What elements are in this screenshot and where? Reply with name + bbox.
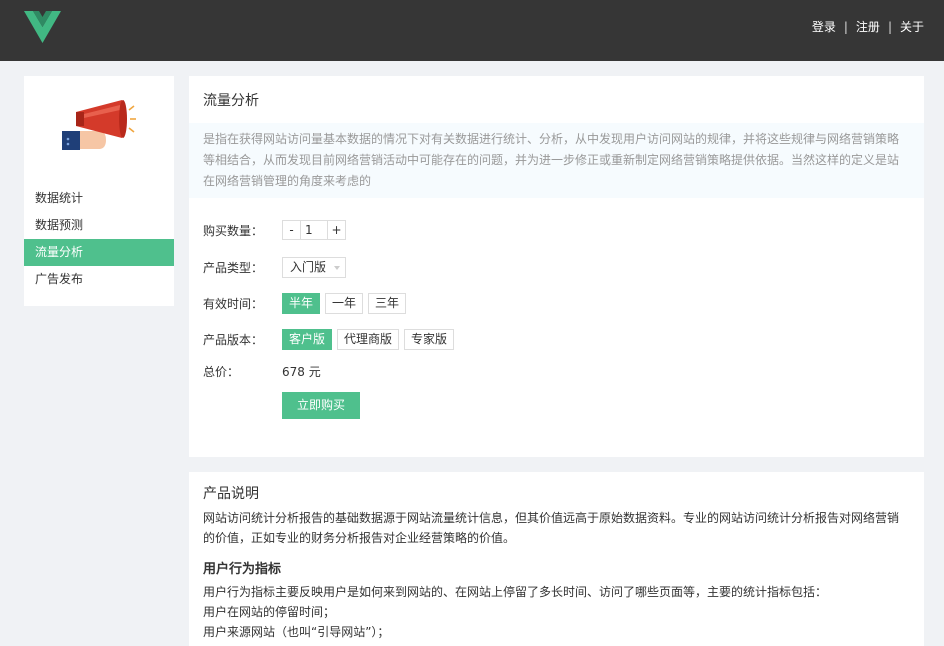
quantity-label: 购买数量：	[203, 223, 264, 238]
nav-separator: |	[843, 19, 848, 34]
quantity-row: 购买数量： - 1 +	[203, 219, 346, 241]
increment-button[interactable]: +	[327, 220, 346, 240]
chevron-down-icon	[334, 265, 340, 270]
nav-separator: |	[887, 19, 892, 34]
product-panel: 流量分析 是指在获得网站访问量基本数据的情况下对有关数据进行统计、分析，从中发现…	[189, 76, 924, 457]
sidebar: 数据统计 数据预测 流量分析 广告发布	[24, 76, 174, 306]
page-title: 流量分析	[203, 93, 259, 109]
sidebar-item-traffic-analysis[interactable]: 流量分析	[24, 239, 174, 266]
description-title: 产品说明	[203, 486, 259, 502]
total-price: 678 元	[282, 364, 321, 379]
sidebar-item-data-stats[interactable]: 数据统计	[24, 185, 174, 212]
total-row: 总价： 678 元	[203, 360, 321, 382]
duration-option-half-year[interactable]: 半年	[282, 292, 321, 314]
duration-label: 有效时间：	[203, 296, 264, 311]
sidebar-item-ad-publish[interactable]: 广告发布	[24, 266, 174, 293]
description-lines: 用户行为指标主要反映用户是如何来到网站的、在网站上停留了多长时间、访问了哪些页面…	[203, 582, 908, 642]
product-type-label: 产品类型：	[203, 260, 264, 275]
register-link[interactable]: 注册	[856, 18, 880, 35]
about-link[interactable]: 关于	[900, 18, 924, 35]
quantity-input[interactable]: 1	[301, 220, 327, 240]
login-link[interactable]: 登录	[812, 18, 836, 35]
edition-row: 产品版本： 客户版 代理商版 专家版	[203, 328, 459, 350]
description-panel: 产品说明 网站访问统计分析报告的基础数据源于网站流量统计信息，但其价值远高于原始…	[189, 472, 924, 646]
buy-now-button[interactable]: 立即购买	[282, 392, 360, 419]
description-line: 用户在网站的停留时间；	[203, 605, 336, 619]
sidebar-menu: 数据统计 数据预测 流量分析 广告发布	[24, 185, 174, 293]
top-nav: 登录 | 注册 | 关于	[812, 18, 924, 35]
megaphone-icon	[62, 100, 136, 150]
sidebar-item-data-forecast[interactable]: 数据预测	[24, 212, 174, 239]
total-label: 总价：	[203, 364, 240, 379]
duration-option-three-years[interactable]: 三年	[368, 292, 407, 314]
description-line: 用户行为指标主要反映用户是如何来到网站的、在网站上停留了多长时间、访问了哪些页面…	[203, 585, 828, 599]
duration-option-one-year[interactable]: 一年	[325, 292, 364, 314]
description-subtitle: 用户行为指标	[203, 562, 282, 577]
description-line: 用户来源网站（也叫“引导网站”）；	[203, 625, 390, 639]
decrement-button[interactable]: -	[282, 220, 301, 240]
edition-option-expert[interactable]: 专家版	[404, 328, 455, 350]
product-type-value: 入门版	[290, 259, 327, 274]
edition-label: 产品版本：	[203, 332, 264, 347]
duration-row: 有效时间： 半年 一年 三年	[203, 292, 411, 314]
vue-logo-icon[interactable]	[24, 11, 61, 43]
product-type-row: 产品类型： 入门版	[203, 256, 346, 278]
edition-option-agent[interactable]: 代理商版	[337, 328, 400, 350]
quantity-stepper: - 1 +	[282, 220, 346, 240]
description-body: 网站访问统计分析报告的基础数据源于网站流量统计信息，但其价值远高于原始数据资料。…	[203, 511, 900, 545]
intro-text: 是指在获得网站访问量基本数据的情况下对有关数据进行统计、分析，从中发现用户访问网…	[189, 123, 924, 198]
product-type-select[interactable]: 入门版	[282, 256, 346, 278]
edition-option-client[interactable]: 客户版	[282, 328, 333, 350]
top-header: 登录 | 注册 | 关于	[0, 0, 944, 61]
